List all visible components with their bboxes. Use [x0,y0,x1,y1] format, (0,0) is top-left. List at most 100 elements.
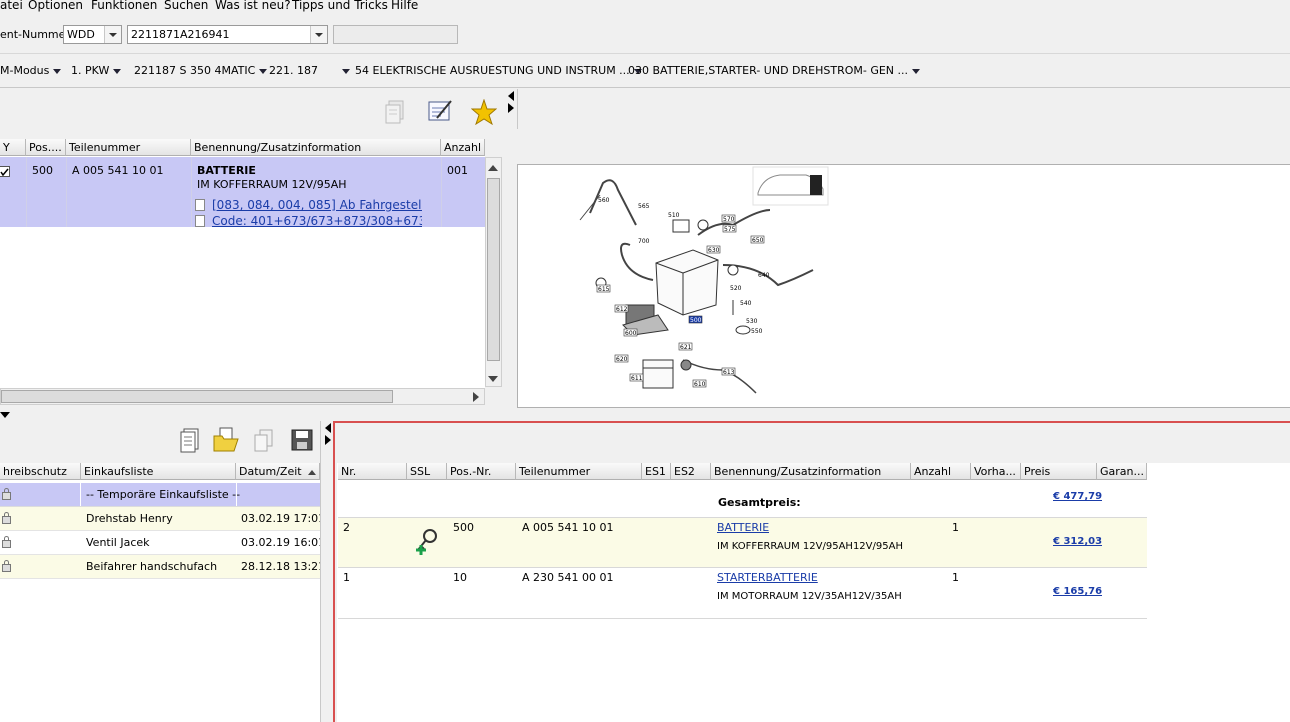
diagram-callout-600[interactable]: 600 [625,330,637,337]
diagram-callout-650[interactable]: 650 [752,237,764,244]
diagram-callout-610[interactable]: 610 [694,381,706,388]
diagram-callout-500[interactable]: 500 [690,317,702,324]
col-header-stock[interactable]: Vorha... [971,463,1021,480]
diagram-callout-613[interactable]: 613 [723,369,735,376]
col-header-qty[interactable]: Anzahl [911,463,971,480]
row-link-chassis[interactable]: [083, 084, 004, 085] Ab Fahrgestell: A [212,198,422,212]
col-header-es1[interactable]: ES1 [642,463,671,480]
diagram-callout-630[interactable]: 630 [708,247,720,254]
crumb-model[interactable]: 221187 S 350 4MATIC [134,64,268,77]
col-header-pos[interactable]: Pos.... [26,139,66,156]
extra-field[interactable] [333,25,458,44]
col-header-ssl[interactable]: SSL [407,463,447,480]
col-header-name[interactable]: Benennung/Zusatzinformation [711,463,911,480]
star-favorite-icon[interactable] [471,99,497,125]
scroll-right-icon[interactable] [473,392,479,402]
ident-number-input[interactable]: 2211871A216941 [127,25,328,44]
diagram-callout-640[interactable]: 640 [758,272,770,279]
col-header-list-name[interactable]: Einkaufsliste [81,463,236,480]
horizontal-splitter[interactable] [0,409,1290,421]
lock-icon [2,536,11,548]
table-row[interactable]: 500 A 005 541 10 01 BATTERIE IM KOFFERRA… [0,157,485,228]
col-header-warranty[interactable]: Garan... [1097,463,1147,480]
menu-hilfe[interactable]: Hilfe [391,0,418,12]
col-header-name[interactable]: Benennung/Zusatzinformation [191,139,441,156]
col-header-nr[interactable]: Nr. [338,463,407,480]
crumb-class[interactable]: 1. PKW [71,64,122,77]
diagram-callout-560[interactable]: 560 [598,197,610,204]
col-header-write-protect[interactable]: hreibschutz [0,463,81,480]
row-checkbox[interactable] [0,166,10,177]
col-header-pos-nr[interactable]: Pos.-Nr. [447,463,516,480]
copy-disabled-icon[interactable] [383,99,409,125]
total-price-link[interactable]: € 477,79 [1053,491,1102,502]
crumb-mode[interactable]: M-Modus [0,64,62,77]
diagram-callout-615[interactable]: 615 [598,286,610,293]
vertical-splitter[interactable] [505,89,515,409]
diagram-callout-612[interactable]: 612 [616,306,628,313]
open-folder-icon[interactable] [212,426,242,452]
collapse-down-icon[interactable] [0,412,10,418]
expand-right-icon[interactable] [325,435,331,445]
diagram-callout-540[interactable]: 540 [740,300,752,307]
diagram-callout-620[interactable]: 620 [616,356,628,363]
cart-row-name-link[interactable]: BATTERIE [717,521,769,534]
bottom-vertical-splitter[interactable] [320,421,333,722]
diagram-callout-570[interactable]: 570 [723,216,735,223]
scroll-down-icon[interactable] [488,376,498,382]
list-item[interactable]: -- Temporäre Einkaufsliste -- [0,483,320,507]
diagram-callout-611[interactable]: 611 [631,375,643,382]
new-list-icon[interactable] [178,427,204,453]
table-row[interactable]: 2 500 A 005 541 10 01 BATTERIE IM KOFFER… [338,518,1147,568]
menu-suchen[interactable]: Suchen [164,0,208,12]
diagram-callout-510[interactable]: 510 [668,212,680,219]
crumb-type[interactable]: 221. 187 [269,64,350,77]
key-add-icon[interactable] [414,528,440,556]
table-row[interactable]: 1 10 A 230 541 00 01 STARTERBATTERIE IM … [338,568,1147,619]
diagram-callout-530[interactable]: 530 [746,318,758,325]
diagram-callout-520[interactable]: 520 [730,285,742,292]
list-item[interactable]: Drehstab Henry 03.02.19 17:01 [0,507,325,531]
chevron-down-icon[interactable] [104,26,121,43]
col-header-part-number[interactable]: Teilenummer [516,463,642,480]
parts-horizontal-scrollbar[interactable] [0,388,485,405]
scroll-up-icon[interactable] [488,165,498,171]
col-header-qty[interactable]: Anzahl [441,139,485,156]
crumb-subgroup[interactable]: 030 BATTERIE,STARTER- UND DREHSTROM- GEN… [628,64,921,77]
battery-diagram[interactable]: 560 565 510 570 575 700 650 630 640 615 520 540 530 5… [518,165,1290,409]
list-item[interactable]: Beifahrer handschufach 28.12.18 13:21 [0,555,325,579]
diagram-callout-550[interactable]: 550 [751,328,763,335]
cart-row-price-link[interactable]: € 312,03 [1053,536,1102,547]
diagram-callout-575[interactable]: 575 [724,226,736,233]
col-header-y[interactable]: Y [0,139,26,156]
col-header-part-number[interactable]: Teilenummer [66,139,191,156]
copy-list-icon[interactable] [252,428,278,454]
notes-edit-icon[interactable] [427,98,453,124]
collapse-left-icon[interactable] [508,91,514,101]
menu-tipps-und-tricks[interactable]: Tipps und Tricks [292,0,388,12]
scroll-thumb[interactable] [487,178,500,361]
scroll-thumb[interactable] [1,390,393,403]
menu-optionen[interactable]: Optionen [28,0,83,12]
list-item[interactable]: Ventil Jacek 03.02.19 16:01 [0,531,325,555]
diagram-callout-621[interactable]: 621 [680,344,692,351]
crumb-group[interactable]: 54 ELEKTRISCHE AUSRUESTUNG UND INSTRUM .… [355,64,642,77]
parts-toolbar [0,89,505,139]
col-header-date[interactable]: Datum/Zeit [236,463,320,480]
diagram-callout-565[interactable]: 565 [638,203,650,210]
row-link-code[interactable]: Code: 401+673/673+873/308+673/5... [212,214,422,228]
menu-datei[interactable]: atei [0,0,23,12]
menu-funktionen[interactable]: Funktionen [91,0,157,12]
diagram-callout-700[interactable]: 700 [638,238,650,245]
parts-vertical-scrollbar[interactable] [485,157,502,387]
cart-row-price-link[interactable]: € 165,76 [1053,586,1102,597]
save-disk-icon[interactable] [290,428,316,454]
col-header-price[interactable]: Preis [1021,463,1097,480]
collapse-left-icon[interactable] [325,423,331,433]
col-header-es2[interactable]: ES2 [671,463,711,480]
expand-right-icon[interactable] [508,103,514,113]
cart-row-name-link[interactable]: STARTERBATTERIE [717,571,818,584]
chevron-down-icon[interactable] [310,26,327,43]
prefix-select[interactable]: WDD [63,25,122,44]
menu-was-ist-neu[interactable]: Was ist neu? [215,0,291,12]
